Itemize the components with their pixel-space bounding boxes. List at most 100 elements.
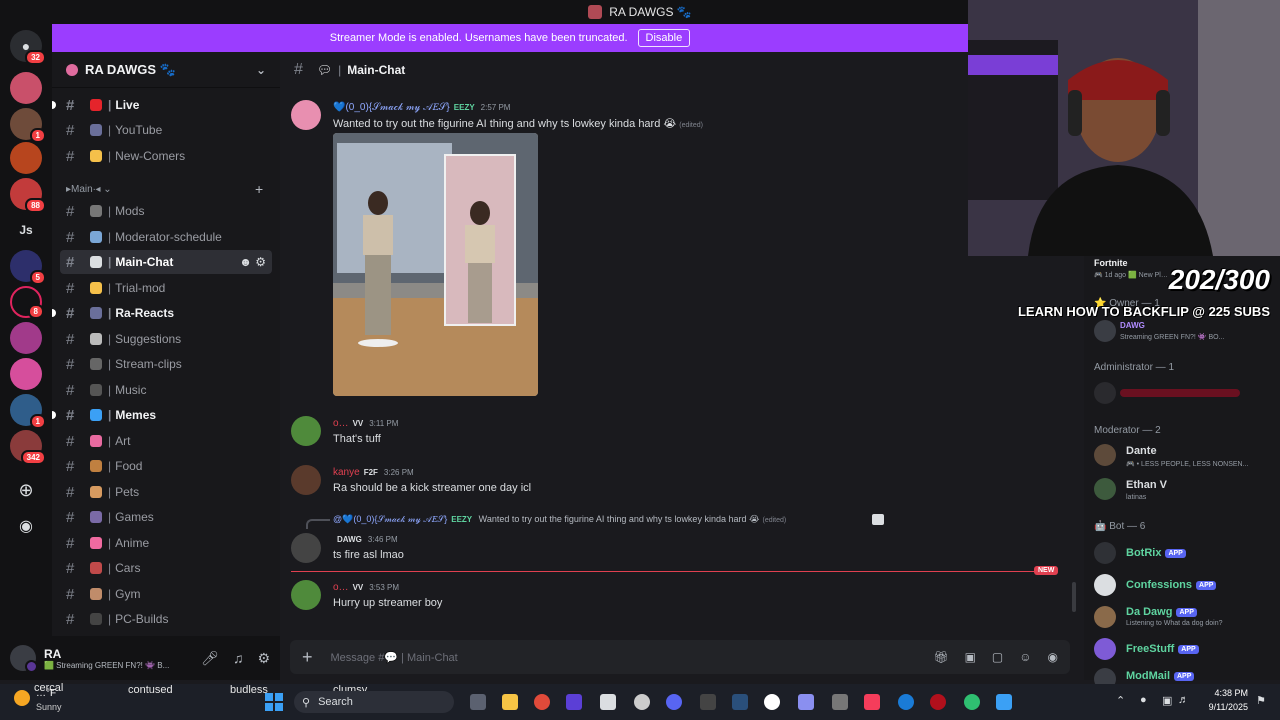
- discord-home-icon[interactable]: ● 32: [10, 30, 46, 65]
- app-icon[interactable]: [798, 694, 814, 710]
- chrome-icon[interactable]: [534, 694, 550, 710]
- channel-anime[interactable]: # | Anime: [60, 531, 272, 555]
- channel-cars[interactable]: # | Cars: [60, 556, 272, 580]
- avatar[interactable]: [1094, 444, 1116, 466]
- channel-stream-clips[interactable]: # | Stream-clips: [60, 352, 272, 376]
- notification-bell-icon[interactable]: ⚑: [1256, 694, 1266, 707]
- app-icon[interactable]: [930, 694, 946, 710]
- chevron-down-icon[interactable]: ⌄: [256, 63, 266, 77]
- server-icon[interactable]: 88: [10, 178, 46, 213]
- file-explorer-icon[interactable]: [502, 694, 518, 710]
- channel-mods[interactable]: # | Mods: [60, 199, 272, 223]
- avatar[interactable]: [10, 645, 38, 673]
- channel-art[interactable]: # | Art: [60, 429, 272, 453]
- avatar[interactable]: [291, 100, 321, 130]
- volume-icon[interactable]: ♬: [1178, 694, 1189, 706]
- server-icon[interactable]: 1: [10, 394, 46, 429]
- avatar[interactable]: [291, 580, 321, 610]
- server-icon-js[interactable]: Js: [10, 214, 42, 246]
- app-icon[interactable]: [964, 694, 980, 710]
- channel-live[interactable]: # | Live: [52, 93, 272, 117]
- avatar[interactable]: [291, 465, 321, 495]
- headphones-icon[interactable]: ♫: [233, 650, 244, 667]
- member-name[interactable]: Da Dawg APP: [1126, 606, 1197, 618]
- server-icon[interactable]: [10, 72, 42, 104]
- app-v-icon[interactable]: [566, 694, 582, 710]
- channel-suggestions[interactable]: # | Suggestions: [60, 327, 272, 351]
- category-main[interactable]: ▸Main∙◂ ⌄: [66, 184, 112, 195]
- music-app-icon[interactable]: [864, 694, 880, 710]
- avatar[interactable]: [291, 416, 321, 446]
- member-name[interactable]: BotRix APP: [1126, 547, 1186, 559]
- avatar[interactable]: [291, 533, 321, 563]
- channel-main-chat[interactable]: # | Main-Chat ☻ ⚙: [60, 250, 272, 274]
- obs-icon[interactable]: [764, 694, 780, 710]
- member-name[interactable]: ModMail APP: [1126, 670, 1195, 682]
- microphone-icon[interactable]: 🎤︎: [201, 650, 219, 667]
- activities-icon[interactable]: ◉: [1048, 650, 1058, 664]
- server-icon[interactable]: [10, 142, 42, 174]
- disable-streamer-mode-button[interactable]: Disable: [637, 29, 691, 47]
- clock-date[interactable]: 9/11/2025: [1200, 702, 1248, 712]
- gear-icon[interactable]: ⚙: [255, 255, 266, 269]
- avatar[interactable]: [1094, 606, 1116, 628]
- admin-name-redacted[interactable]: [1120, 389, 1240, 397]
- member-name[interactable]: Dante: [1126, 445, 1157, 457]
- author-name[interactable]: kanye: [333, 467, 360, 478]
- member-name[interactable]: FreeStuff APP: [1126, 643, 1199, 655]
- network-icon[interactable]: ▣: [1162, 694, 1172, 707]
- channel-games[interactable]: # | Games: [60, 505, 272, 529]
- discord-taskbar-icon[interactable]: [666, 694, 682, 710]
- reply-preview[interactable]: @💙(0_0){𝒮𝓂𝒶𝒸𝓀 𝓂𝓎 𝒜𝐸𝒮} EEZY Wanted to try …: [333, 514, 786, 525]
- avatar[interactable]: [1094, 542, 1116, 564]
- server-icon[interactable]: 1: [10, 108, 46, 143]
- channel-trial-mod[interactable]: # | Trial-mod: [60, 276, 272, 300]
- add-channel-icon[interactable]: +: [255, 181, 263, 197]
- channel-pets[interactable]: # | Pets: [60, 480, 272, 504]
- notepad-icon[interactable]: [996, 694, 1012, 710]
- channel-youtube[interactable]: # | YouTube: [60, 118, 272, 142]
- tray-chevron-icon[interactable]: ⌃: [1116, 694, 1125, 707]
- app-icon[interactable]: [898, 694, 914, 710]
- channel-gym[interactable]: # | Gym: [60, 582, 272, 606]
- windows-start-icon[interactable]: [265, 693, 283, 711]
- member-name[interactable]: Ethan V: [1126, 479, 1167, 491]
- server-icon[interactable]: 342: [10, 430, 46, 465]
- avatar[interactable]: [1094, 382, 1116, 404]
- message-input[interactable]: Message #💬 | Main-Chat: [331, 651, 458, 664]
- sticker-icon[interactable]: ▢: [992, 650, 1003, 664]
- clock-time[interactable]: 4:38 PM: [1206, 688, 1248, 698]
- chat-scrollbar[interactable]: [1072, 582, 1076, 612]
- server-icon[interactable]: [10, 358, 42, 390]
- member-name[interactable]: Confessions APP: [1126, 579, 1217, 591]
- server-icon[interactable]: 5: [10, 250, 46, 285]
- discover-icon[interactable]: ◉: [10, 510, 42, 542]
- message-image-figurine[interactable]: [333, 133, 538, 396]
- avatar[interactable]: [1094, 638, 1116, 660]
- steam-icon[interactable]: [732, 694, 748, 710]
- channel-pc-builds[interactable]: # | PC-Builds: [60, 607, 272, 631]
- channel-new-comers[interactable]: # | New-Comers: [60, 144, 272, 168]
- app-icon[interactable]: [634, 694, 650, 710]
- app-icon[interactable]: [600, 694, 616, 710]
- gift-icon[interactable]: 🎁︎: [933, 650, 948, 664]
- author-name[interactable]: o…: [333, 418, 349, 429]
- task-view-icon[interactable]: [470, 694, 486, 710]
- gear-icon[interactable]: ⚙: [257, 650, 270, 667]
- app-icon[interactable]: [700, 694, 716, 710]
- add-server-icon[interactable]: ⊕: [10, 474, 42, 506]
- taskbar-search[interactable]: ⚲ Search: [294, 691, 454, 713]
- author-name[interactable]: o…: [333, 582, 349, 593]
- emoji-icon[interactable]: ☺: [1019, 650, 1031, 664]
- channel-music[interactable]: # | Music: [60, 378, 272, 402]
- channel-memes[interactable]: # | Memes: [52, 403, 272, 427]
- channel-food[interactable]: # | Food: [60, 454, 272, 478]
- gif-icon[interactable]: ▣: [965, 650, 976, 664]
- author-name[interactable]: 💙(0_0){𝒮𝓂𝒶𝒸𝓀 𝓂𝓎 𝒜𝐸𝒮}: [333, 102, 450, 113]
- add-attachment-icon[interactable]: +: [302, 647, 313, 668]
- channel-ra-reacts[interactable]: # | Ra-Reacts: [52, 301, 272, 325]
- avatar[interactable]: [1094, 478, 1116, 500]
- app-icon[interactable]: [832, 694, 848, 710]
- server-icon[interactable]: 8: [10, 286, 44, 319]
- server-icon[interactable]: [10, 322, 42, 354]
